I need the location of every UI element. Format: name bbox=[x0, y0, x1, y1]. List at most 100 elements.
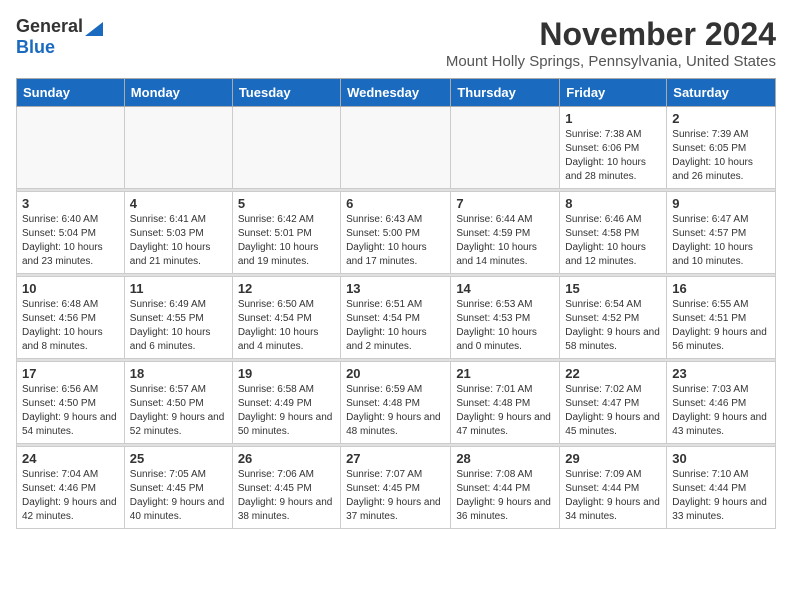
day-number: 15 bbox=[565, 281, 661, 296]
calendar-cell: 19 Sunrise: 6:58 AM Sunset: 4:49 PM Dayli… bbox=[232, 362, 340, 444]
day-info: Sunrise: 7:38 AM Sunset: 6:06 PM Dayligh… bbox=[565, 128, 661, 184]
day-number: 16 bbox=[672, 281, 770, 296]
day-number: 14 bbox=[456, 281, 554, 296]
day-info: Sunrise: 6:50 AM Sunset: 4:54 PM Dayligh… bbox=[238, 298, 335, 354]
day-info: Sunrise: 7:10 AM Sunset: 4:44 PM Dayligh… bbox=[672, 468, 770, 524]
page-header: General Blue November 2024 Mount Holly S… bbox=[16, 16, 776, 70]
day-info: Sunrise: 7:06 AM Sunset: 4:45 PM Dayligh… bbox=[238, 468, 335, 524]
calendar-cell: 26Sunrise: 7:06 AM Sunset: 4:45 PM Dayli… bbox=[232, 447, 340, 529]
calendar-cell: 1 Sunrise: 7:38 AM Sunset: 6:06 PM Daylig… bbox=[560, 107, 667, 189]
subtitle: Mount Holly Springs, Pennsylvania, Unite… bbox=[446, 53, 776, 70]
day-number: 3 bbox=[22, 196, 119, 211]
day-number: 21 bbox=[456, 366, 554, 381]
calendar-cell: 30 Sunrise: 7:10 AM Sunset: 4:44 PM Dayli… bbox=[667, 447, 776, 529]
calendar-cell: 4Sunrise: 6:41 AM Sunset: 5:03 PM Daylig… bbox=[124, 192, 232, 274]
calendar-cell: 24 Sunrise: 7:04 AM Sunset: 4:46 PM Dayli… bbox=[17, 447, 125, 529]
weekday-header-saturday: Saturday bbox=[667, 79, 776, 107]
day-number: 5 bbox=[238, 196, 335, 211]
main-title: November 2024 bbox=[446, 16, 776, 53]
calendar-cell: 16Sunrise: 6:55 AM Sunset: 4:51 PM Dayli… bbox=[667, 277, 776, 359]
day-info: Sunrise: 6:48 AM Sunset: 4:56 PM Dayligh… bbox=[22, 298, 119, 354]
weekday-header-wednesday: Wednesday bbox=[341, 79, 451, 107]
calendar-cell bbox=[451, 107, 560, 189]
day-info: Sunrise: 6:40 AM Sunset: 5:04 PM Dayligh… bbox=[22, 213, 119, 269]
day-number: 1 bbox=[565, 111, 661, 126]
calendar-cell: 15 Sunrise: 6:54 AM Sunset: 4:52 PM Dayli… bbox=[560, 277, 667, 359]
day-info: Sunrise: 7:04 AM Sunset: 4:46 PM Dayligh… bbox=[22, 468, 119, 524]
day-info: Sunrise: 7:01 AM Sunset: 4:48 PM Dayligh… bbox=[456, 383, 554, 439]
day-info: Sunrise: 6:49 AM Sunset: 4:55 PM Dayligh… bbox=[130, 298, 227, 354]
day-info: Sunrise: 6:43 AM Sunset: 5:00 PM Dayligh… bbox=[346, 213, 445, 269]
calendar-cell: 18 Sunrise: 6:57 AM Sunset: 4:50 PM Dayli… bbox=[124, 362, 232, 444]
day-info: Sunrise: 6:47 AM Sunset: 4:57 PM Dayligh… bbox=[672, 213, 770, 269]
calendar-cell: 17 Sunrise: 6:56 AM Sunset: 4:50 PM Dayli… bbox=[17, 362, 125, 444]
week-row-2: 3 Sunrise: 6:40 AM Sunset: 5:04 PM Daylig… bbox=[17, 192, 776, 274]
day-info: Sunrise: 7:03 AM Sunset: 4:46 PM Dayligh… bbox=[672, 383, 770, 439]
weekday-header-monday: Monday bbox=[124, 79, 232, 107]
day-info: Sunrise: 7:02 AM Sunset: 4:47 PM Dayligh… bbox=[565, 383, 661, 439]
day-info: Sunrise: 6:42 AM Sunset: 5:01 PM Dayligh… bbox=[238, 213, 335, 269]
day-info: Sunrise: 7:09 AM Sunset: 4:44 PM Dayligh… bbox=[565, 468, 661, 524]
day-number: 11 bbox=[130, 281, 227, 296]
day-info: Sunrise: 6:56 AM Sunset: 4:50 PM Dayligh… bbox=[22, 383, 119, 439]
day-info: Sunrise: 6:58 AM Sunset: 4:49 PM Dayligh… bbox=[238, 383, 335, 439]
day-number: 20 bbox=[346, 366, 445, 381]
calendar-cell bbox=[124, 107, 232, 189]
day-info: Sunrise: 6:59 AM Sunset: 4:48 PM Dayligh… bbox=[346, 383, 445, 439]
day-info: Sunrise: 6:51 AM Sunset: 4:54 PM Dayligh… bbox=[346, 298, 445, 354]
day-number: 12 bbox=[238, 281, 335, 296]
calendar-cell: 22 Sunrise: 7:02 AM Sunset: 4:47 PM Dayli… bbox=[560, 362, 667, 444]
calendar-cell: 13 Sunrise: 6:51 AM Sunset: 4:54 PM Dayli… bbox=[341, 277, 451, 359]
week-row-4: 17 Sunrise: 6:56 AM Sunset: 4:50 PM Dayli… bbox=[17, 362, 776, 444]
calendar-cell: 21 Sunrise: 7:01 AM Sunset: 4:48 PM Dayli… bbox=[451, 362, 560, 444]
day-info: Sunrise: 7:08 AM Sunset: 4:44 PM Dayligh… bbox=[456, 468, 554, 524]
calendar-cell: 20 Sunrise: 6:59 AM Sunset: 4:48 PM Dayli… bbox=[341, 362, 451, 444]
calendar-cell bbox=[232, 107, 340, 189]
day-number: 4 bbox=[130, 196, 227, 211]
logo-blue-text: Blue bbox=[16, 37, 55, 58]
calendar-cell bbox=[17, 107, 125, 189]
calendar-cell: 23Sunrise: 7:03 AM Sunset: 4:46 PM Dayli… bbox=[667, 362, 776, 444]
day-number: 22 bbox=[565, 366, 661, 381]
weekday-header-thursday: Thursday bbox=[451, 79, 560, 107]
weekday-header-row: SundayMondayTuesdayWednesdayThursdayFrid… bbox=[17, 79, 776, 107]
day-number: 28 bbox=[456, 451, 554, 466]
calendar-table: SundayMondayTuesdayWednesdayThursdayFrid… bbox=[16, 78, 776, 529]
day-number: 13 bbox=[346, 281, 445, 296]
day-number: 19 bbox=[238, 366, 335, 381]
day-info: Sunrise: 6:44 AM Sunset: 4:59 PM Dayligh… bbox=[456, 213, 554, 269]
day-number: 9 bbox=[672, 196, 770, 211]
week-row-1: 1 Sunrise: 7:38 AM Sunset: 6:06 PM Daylig… bbox=[17, 107, 776, 189]
calendar-cell: 12 Sunrise: 6:50 AM Sunset: 4:54 PM Dayli… bbox=[232, 277, 340, 359]
day-number: 7 bbox=[456, 196, 554, 211]
day-info: Sunrise: 6:46 AM Sunset: 4:58 PM Dayligh… bbox=[565, 213, 661, 269]
weekday-header-sunday: Sunday bbox=[17, 79, 125, 107]
day-number: 24 bbox=[22, 451, 119, 466]
day-info: Sunrise: 6:57 AM Sunset: 4:50 PM Dayligh… bbox=[130, 383, 227, 439]
calendar-cell: 2Sunrise: 7:39 AM Sunset: 6:05 PM Daylig… bbox=[667, 107, 776, 189]
calendar-cell: 27 Sunrise: 7:07 AM Sunset: 4:45 PM Dayli… bbox=[341, 447, 451, 529]
day-number: 6 bbox=[346, 196, 445, 211]
day-info: Sunrise: 7:07 AM Sunset: 4:45 PM Dayligh… bbox=[346, 468, 445, 524]
day-number: 18 bbox=[130, 366, 227, 381]
day-info: Sunrise: 6:53 AM Sunset: 4:53 PM Dayligh… bbox=[456, 298, 554, 354]
week-row-3: 10Sunrise: 6:48 AM Sunset: 4:56 PM Dayli… bbox=[17, 277, 776, 359]
calendar-cell: 11 Sunrise: 6:49 AM Sunset: 4:55 PM Dayli… bbox=[124, 277, 232, 359]
day-number: 27 bbox=[346, 451, 445, 466]
calendar-cell: 7 Sunrise: 6:44 AM Sunset: 4:59 PM Daylig… bbox=[451, 192, 560, 274]
calendar-cell: 14 Sunrise: 6:53 AM Sunset: 4:53 PM Dayli… bbox=[451, 277, 560, 359]
calendar-cell: 25Sunrise: 7:05 AM Sunset: 4:45 PM Dayli… bbox=[124, 447, 232, 529]
weekday-header-friday: Friday bbox=[560, 79, 667, 107]
day-number: 30 bbox=[672, 451, 770, 466]
day-info: Sunrise: 6:54 AM Sunset: 4:52 PM Dayligh… bbox=[565, 298, 661, 354]
logo-general-text: General bbox=[16, 16, 83, 37]
day-info: Sunrise: 7:05 AM Sunset: 4:45 PM Dayligh… bbox=[130, 468, 227, 524]
week-row-5: 24 Sunrise: 7:04 AM Sunset: 4:46 PM Dayli… bbox=[17, 447, 776, 529]
calendar-cell: 9 Sunrise: 6:47 AM Sunset: 4:57 PM Daylig… bbox=[667, 192, 776, 274]
logo: General Blue bbox=[16, 16, 103, 58]
day-number: 17 bbox=[22, 366, 119, 381]
weekday-header-tuesday: Tuesday bbox=[232, 79, 340, 107]
day-number: 2 bbox=[672, 111, 770, 126]
calendar-cell: 5 Sunrise: 6:42 AM Sunset: 5:01 PM Daylig… bbox=[232, 192, 340, 274]
day-number: 29 bbox=[565, 451, 661, 466]
